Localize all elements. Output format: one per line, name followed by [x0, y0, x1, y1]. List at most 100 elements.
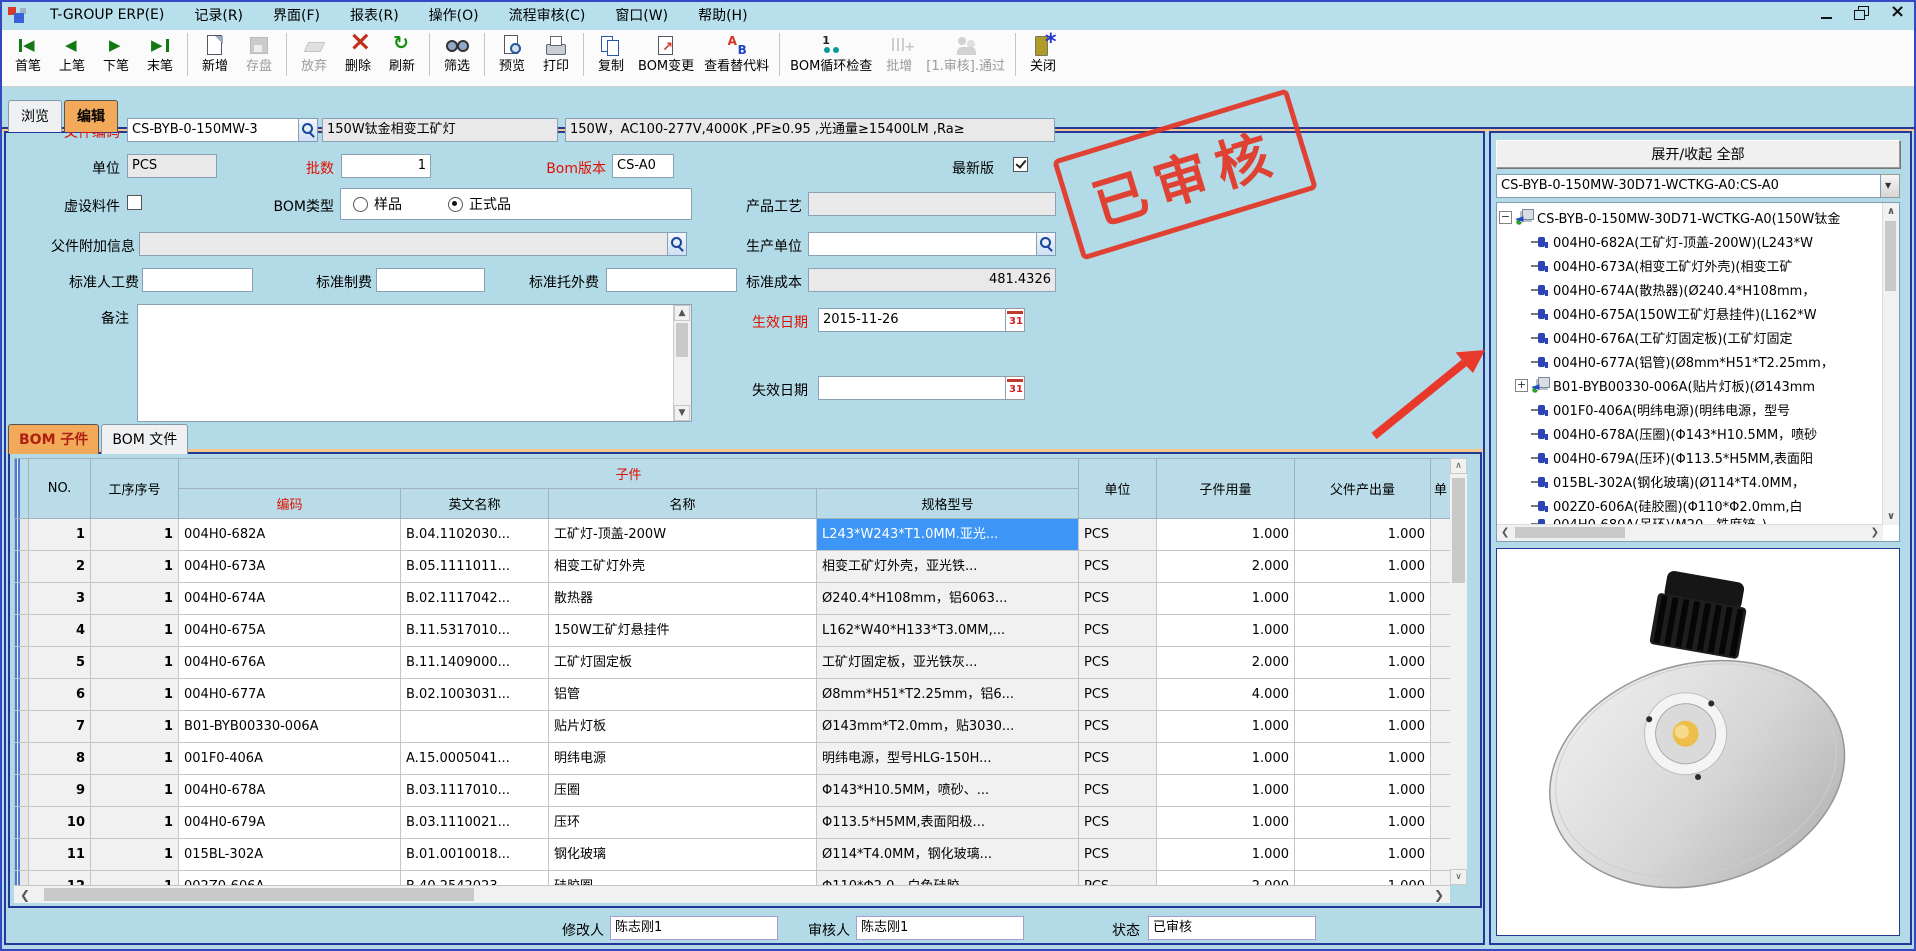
- lookup-icon[interactable]: [299, 118, 318, 142]
- toolbar-button[interactable]: 新增: [187, 33, 237, 76]
- scroll-right-icon[interactable]: ❯: [1434, 888, 1444, 902]
- menu-item[interactable]: 窗口(W): [600, 2, 683, 28]
- cell-name[interactable]: 压环: [549, 807, 817, 839]
- virtual-part-checkbox[interactable]: [127, 195, 142, 210]
- row-marker[interactable]: [15, 775, 29, 807]
- effective-date-field[interactable]: 2015-11-26: [818, 308, 1006, 332]
- cell-spec[interactable]: Φ113.5*H5MM,表面阳极...: [817, 807, 1079, 839]
- tree-horizontal-scrollbar[interactable]: ❮ ❯: [1497, 524, 1883, 541]
- tree-node[interactable]: 002Z0-606A(硅胶圈)(Φ110*Φ2.0mm,白: [1497, 493, 1883, 517]
- cell-no[interactable]: 2: [29, 551, 91, 583]
- scroll-down-icon[interactable]: ∨: [1450, 869, 1467, 885]
- cell-unit[interactable]: PCS: [1079, 519, 1157, 551]
- cell-english-name[interactable]: B.04.1102030...: [401, 519, 549, 551]
- cell-english-name[interactable]: B.11.1409000...: [401, 647, 549, 679]
- cell-output[interactable]: 1.000: [1295, 583, 1431, 615]
- view-tab[interactable]: 浏览: [8, 100, 62, 132]
- cell-name[interactable]: 工矿灯-顶盖-200W: [549, 519, 817, 551]
- cell-qty[interactable]: 1.000: [1157, 519, 1295, 551]
- cell-code[interactable]: 004H0-673A: [179, 551, 401, 583]
- cell-no[interactable]: 10: [29, 807, 91, 839]
- table-row[interactable]: 3 1 004H0-674A B.02.1117042... 散热器 Ø240.…: [14, 583, 1450, 615]
- cell-code[interactable]: 004H0-676A: [179, 647, 401, 679]
- cell-english-name[interactable]: B.03.1117010...: [401, 775, 549, 807]
- cell-english-name[interactable]: B.02.1117042...: [401, 583, 549, 615]
- toolbar-button[interactable]: 末笔: [138, 33, 182, 76]
- toolbar-button[interactable]: 存盘: [237, 33, 281, 76]
- scroll-down-icon[interactable]: ▼: [674, 405, 690, 421]
- cell-unit[interactable]: PCS: [1079, 615, 1157, 647]
- cell-qty[interactable]: 2.000: [1157, 647, 1295, 679]
- cell-code[interactable]: B01-BYB00330-006A: [179, 711, 401, 743]
- cell-output[interactable]: 1.000: [1295, 679, 1431, 711]
- cell-unit[interactable]: PCS: [1079, 583, 1157, 615]
- menu-item[interactable]: T-GROUP ERP(E): [35, 4, 179, 26]
- cell-qty[interactable]: 1.000: [1157, 775, 1295, 807]
- cell-code[interactable]: 004H0-679A: [179, 807, 401, 839]
- table-row[interactable]: 12 1 002Z0-606A B.40.2542023... 硅胶圈 Φ110…: [14, 871, 1450, 886]
- menu-item[interactable]: 流程审核(C): [494, 2, 601, 28]
- cell-price-clipped[interactable]: [1431, 711, 1451, 743]
- cell-seq[interactable]: 1: [91, 743, 179, 775]
- scroll-left-icon[interactable]: ❮: [1501, 527, 1509, 538]
- cell-no[interactable]: 3: [29, 583, 91, 615]
- radio-official[interactable]: [448, 197, 463, 212]
- radio-sample[interactable]: [353, 197, 368, 212]
- toolbar-button[interactable]: 刷新: [380, 33, 424, 76]
- scroll-right-icon[interactable]: ❯: [1871, 527, 1879, 538]
- modified-by-field[interactable]: 陈志刚1: [610, 916, 778, 940]
- toolbar-button[interactable]: 关闭: [1015, 33, 1065, 76]
- cell-no[interactable]: 11: [29, 839, 91, 871]
- restore-icon[interactable]: [1850, 3, 1874, 23]
- row-marker[interactable]: [15, 615, 29, 647]
- menu-item[interactable]: 操作(O): [414, 2, 494, 28]
- row-marker[interactable]: [15, 711, 29, 743]
- cell-name[interactable]: 散热器: [549, 583, 817, 615]
- tree-node[interactable]: 001F0-406A(明纬电源)(明纬电源，型号: [1497, 397, 1883, 421]
- cell-unit[interactable]: PCS: [1079, 807, 1157, 839]
- cell-price-clipped[interactable]: [1431, 679, 1451, 711]
- batch-field[interactable]: 1: [341, 154, 431, 178]
- cell-spec[interactable]: Φ143*H10.5MM，喷砂、...: [817, 775, 1079, 807]
- toolbar-button[interactable]: 预览: [484, 33, 534, 76]
- cell-unit[interactable]: PCS: [1079, 743, 1157, 775]
- table-row[interactable]: 1 1 004H0-682A B.04.1102030... 工矿灯-顶盖-20…: [14, 519, 1450, 551]
- cell-qty[interactable]: 1.000: [1157, 615, 1295, 647]
- cell-price-clipped[interactable]: [1431, 615, 1451, 647]
- bom-tab[interactable]: BOM 子件: [8, 424, 99, 454]
- toolbar-button[interactable]: 下笔: [94, 33, 138, 76]
- cell-spec[interactable]: L243*W243*T1.0MM.亚光...: [817, 519, 1079, 551]
- cell-unit[interactable]: PCS: [1079, 679, 1157, 711]
- table-row[interactable]: 9 1 004H0-678A B.03.1117010... 压圈 Φ143*H…: [14, 775, 1450, 807]
- lookup-icon[interactable]: [668, 232, 687, 256]
- cell-spec[interactable]: L162*W40*H133*T3.0MM,...: [817, 615, 1079, 647]
- cell-price-clipped[interactable]: [1431, 583, 1451, 615]
- cell-seq[interactable]: 1: [91, 551, 179, 583]
- row-marker[interactable]: [15, 519, 29, 551]
- menu-item[interactable]: 报表(R): [335, 2, 414, 28]
- cell-price-clipped[interactable]: [1431, 839, 1451, 871]
- scroll-thumb[interactable]: [44, 888, 474, 901]
- cell-spec[interactable]: 明纬电源，型号HLG-150H...: [817, 743, 1079, 775]
- table-row[interactable]: 2 1 004H0-673A B.05.1111011... 相变工矿灯外壳 相…: [14, 551, 1450, 583]
- toolbar-button[interactable]: 放弃: [286, 33, 336, 76]
- cell-output[interactable]: 1.000: [1295, 615, 1431, 647]
- bom-version-field[interactable]: CS-A0: [612, 154, 674, 178]
- toolbar-button[interactable]: BOM变更: [633, 33, 699, 76]
- cell-no[interactable]: 1: [29, 519, 91, 551]
- cell-name[interactable]: 明纬电源: [549, 743, 817, 775]
- cell-name[interactable]: 150W工矿灯悬挂件: [549, 615, 817, 647]
- std-labor-field[interactable]: [142, 268, 253, 292]
- scroll-up-icon[interactable]: ∧: [1450, 458, 1467, 474]
- table-row[interactable]: 6 1 004H0-677A B.02.1003031... 铝管 Ø8mm*H…: [14, 679, 1450, 711]
- cell-output[interactable]: 1.000: [1295, 807, 1431, 839]
- cell-name[interactable]: 相变工矿灯外壳: [549, 551, 817, 583]
- minimize-icon[interactable]: [1816, 3, 1840, 23]
- cell-no[interactable]: 9: [29, 775, 91, 807]
- menu-item[interactable]: 帮助(H): [683, 2, 762, 28]
- cell-code[interactable]: 001F0-406A: [179, 743, 401, 775]
- cell-spec[interactable]: 工矿灯固定板，亚光铁灰...: [817, 647, 1079, 679]
- cell-code[interactable]: 004H0-677A: [179, 679, 401, 711]
- cell-spec[interactable]: Ø143mm*T2.0mm，贴3030...: [817, 711, 1079, 743]
- cell-no[interactable]: 12: [29, 871, 91, 886]
